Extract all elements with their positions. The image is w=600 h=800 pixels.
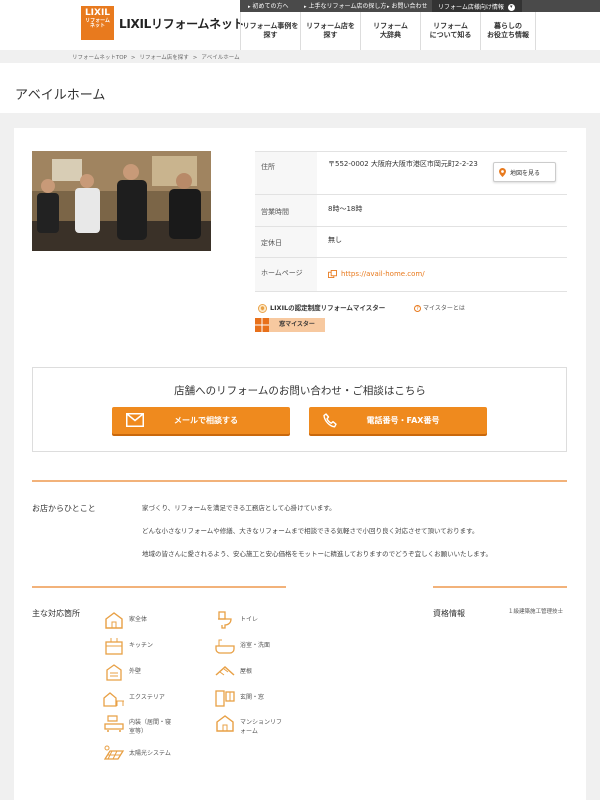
nav-life-tips[interactable]: 暮らしの お役立ち情報	[480, 12, 536, 50]
shop-message-line: 家づくり、リフォームを満足できる工務店として心掛けています。	[142, 504, 336, 512]
external-link-icon	[328, 270, 337, 278]
shop-message-line: 地域の皆さんに愛されるよう、安心施工と安心価格をモットーに精進しておりますのでど…	[142, 550, 492, 558]
category-label: 浴室・洗面	[240, 642, 271, 649]
category-label: キッチン	[129, 642, 154, 649]
site-header: LIXIL リフォーム ネット LIXILリフォームネット 初めての方へ 上手な…	[0, 0, 600, 50]
contact-heading: 店舗へのリフォームのお問い合わせ・ご相談はこちら	[174, 385, 426, 397]
homepage-link[interactable]: https://avail-home.com/	[328, 269, 425, 281]
breadcrumb-current: アベイルホーム	[201, 55, 240, 61]
door-window-icon	[215, 690, 235, 707]
page-title: アベイルホーム	[15, 88, 106, 103]
holiday-value: 無し	[328, 236, 342, 244]
top-utility-bar: 初めての方へ 上手なリフォーム店の探し方 お問い合わせ リフォーム店様向け情報 …	[240, 0, 600, 12]
hours-label: 営業時間	[261, 208, 289, 216]
bath-icon	[215, 639, 235, 654]
category-item: 玄関・窓	[214, 689, 264, 707]
top-link-contact[interactable]: お問い合わせ	[387, 1, 428, 10]
holiday-label: 定休日	[261, 239, 282, 247]
shop-staff-photo	[32, 151, 211, 251]
breadcrumb-home[interactable]: リフォームネットTOP	[72, 55, 127, 61]
qualification-value: １級建築施工管理技士	[508, 609, 564, 615]
meister-heading: LIXILの認定制度リフォームマイスター	[258, 302, 385, 313]
message-section-label: お店からひとこと	[32, 504, 96, 513]
site-name[interactable]: LIXILリフォームネット	[119, 15, 245, 32]
breadcrumb-separator: >	[130, 55, 136, 61]
meister-help-label: マイスターとは	[423, 305, 465, 312]
info-row-hours: 営業時間 8時～18時	[255, 194, 567, 226]
category-label: トイレ	[240, 616, 259, 623]
toilet-icon	[218, 611, 232, 629]
category-item: 太陽光システム	[103, 745, 171, 763]
category-item: エクステリア	[103, 689, 165, 707]
category-label: エクステリア	[129, 694, 165, 701]
address-value: 〒552-0002 大阪府大阪市港区市岡元町2-2-23	[328, 160, 478, 168]
lightbulb-icon	[258, 303, 267, 313]
category-label: 玄関・窓	[240, 694, 265, 701]
email-consult-button[interactable]: メールで相談する	[112, 407, 290, 434]
main-nav: リフォーム事例を 探す リフォーム店を 探す リフォーム 大辞典 リフォーム に…	[240, 12, 536, 50]
info-row-holiday: 定休日 無し	[255, 226, 567, 257]
category-item: 家全体	[103, 611, 147, 629]
nav-case-studies[interactable]: リフォーム事例を 探す	[240, 12, 300, 50]
category-item: キッチン	[103, 637, 153, 655]
section-divider	[433, 586, 567, 588]
nav-encyclopedia[interactable]: リフォーム 大辞典	[360, 12, 420, 50]
category-item: 外壁	[103, 663, 141, 681]
category-item: 屋根	[214, 663, 252, 681]
window-meister-icon	[255, 318, 269, 332]
house-icon	[105, 612, 123, 629]
section-divider	[32, 480, 567, 482]
mail-icon	[126, 413, 144, 427]
category-item: 浴室・洗面	[214, 637, 270, 655]
category-label: マンションリフ ォーム	[240, 719, 283, 736]
phone-fax-button[interactable]: 電話番号・FAX番号	[309, 407, 487, 434]
logo-subtext: リフォーム ネット	[85, 17, 110, 30]
info-row-homepage: ホームページ https://avail-home.com/	[255, 257, 567, 292]
homepage-url: https://avail-home.com/	[341, 270, 425, 278]
question-icon: ?	[414, 305, 421, 312]
address-label: 住所	[261, 163, 275, 171]
homepage-label: ホームページ	[261, 269, 303, 277]
exterior-wall-icon	[106, 664, 122, 681]
category-item: 内装（居間・寝 室等）	[103, 714, 171, 737]
kitchen-icon	[105, 638, 123, 655]
apartment-icon	[216, 715, 234, 732]
lixil-logo[interactable]: LIXIL リフォーム ネット	[81, 6, 114, 40]
view-map-button[interactable]: 地図を見る	[493, 162, 556, 182]
meister-title: LIXILの認定制度リフォームマイスター	[270, 304, 386, 312]
view-map-label: 地図を見る	[510, 169, 541, 177]
window-meister-badge: 窓マイスター	[269, 318, 325, 332]
roof-icon	[215, 665, 235, 676]
solar-icon	[103, 745, 125, 760]
category-label: 内装（居間・寝 室等）	[129, 719, 172, 736]
hours-value: 8時～18時	[328, 205, 363, 213]
categories-section-label: 主な対応箇所	[32, 609, 80, 618]
dealer-info-link[interactable]: リフォーム店様向け情報 ▾	[432, 0, 522, 12]
map-pin-icon	[499, 167, 506, 177]
nav-find-shop[interactable]: リフォーム店を 探す	[300, 12, 360, 50]
breadcrumb-find-shop[interactable]: リフォーム店を探す	[139, 55, 188, 61]
exterior-icon	[103, 692, 124, 707]
top-link-beginners[interactable]: 初めての方へ	[248, 1, 289, 10]
category-item: マンションリフ ォーム	[214, 714, 282, 737]
phone-icon	[323, 413, 337, 428]
category-label: 屋根	[240, 668, 253, 675]
section-divider	[32, 586, 286, 588]
category-label: 太陽光システム	[129, 750, 171, 757]
chevron-down-icon: ▾	[507, 4, 515, 11]
category-label: 家全体	[129, 616, 148, 623]
qualification-section-label: 資格情報	[433, 609, 465, 618]
dealer-info-label: リフォーム店様向け情報	[438, 4, 504, 11]
interior-icon	[104, 715, 124, 732]
meister-help-link[interactable]: ? マイスターとは	[414, 303, 465, 312]
nav-about-reform[interactable]: リフォーム について知る	[420, 12, 480, 50]
breadcrumb-separator: >	[192, 55, 198, 61]
shop-message-line: どんな小さなリフォームや修繕、大きなリフォームまで相談できる気軽さで小回り良く対…	[142, 527, 479, 535]
category-item: トイレ	[214, 611, 258, 629]
top-link-how-to-find[interactable]: 上手なリフォーム店の探し方	[304, 1, 387, 10]
breadcrumb: リフォームネットTOP > リフォーム店を探す > アベイルホーム	[72, 53, 240, 61]
category-label: 外壁	[129, 668, 142, 675]
